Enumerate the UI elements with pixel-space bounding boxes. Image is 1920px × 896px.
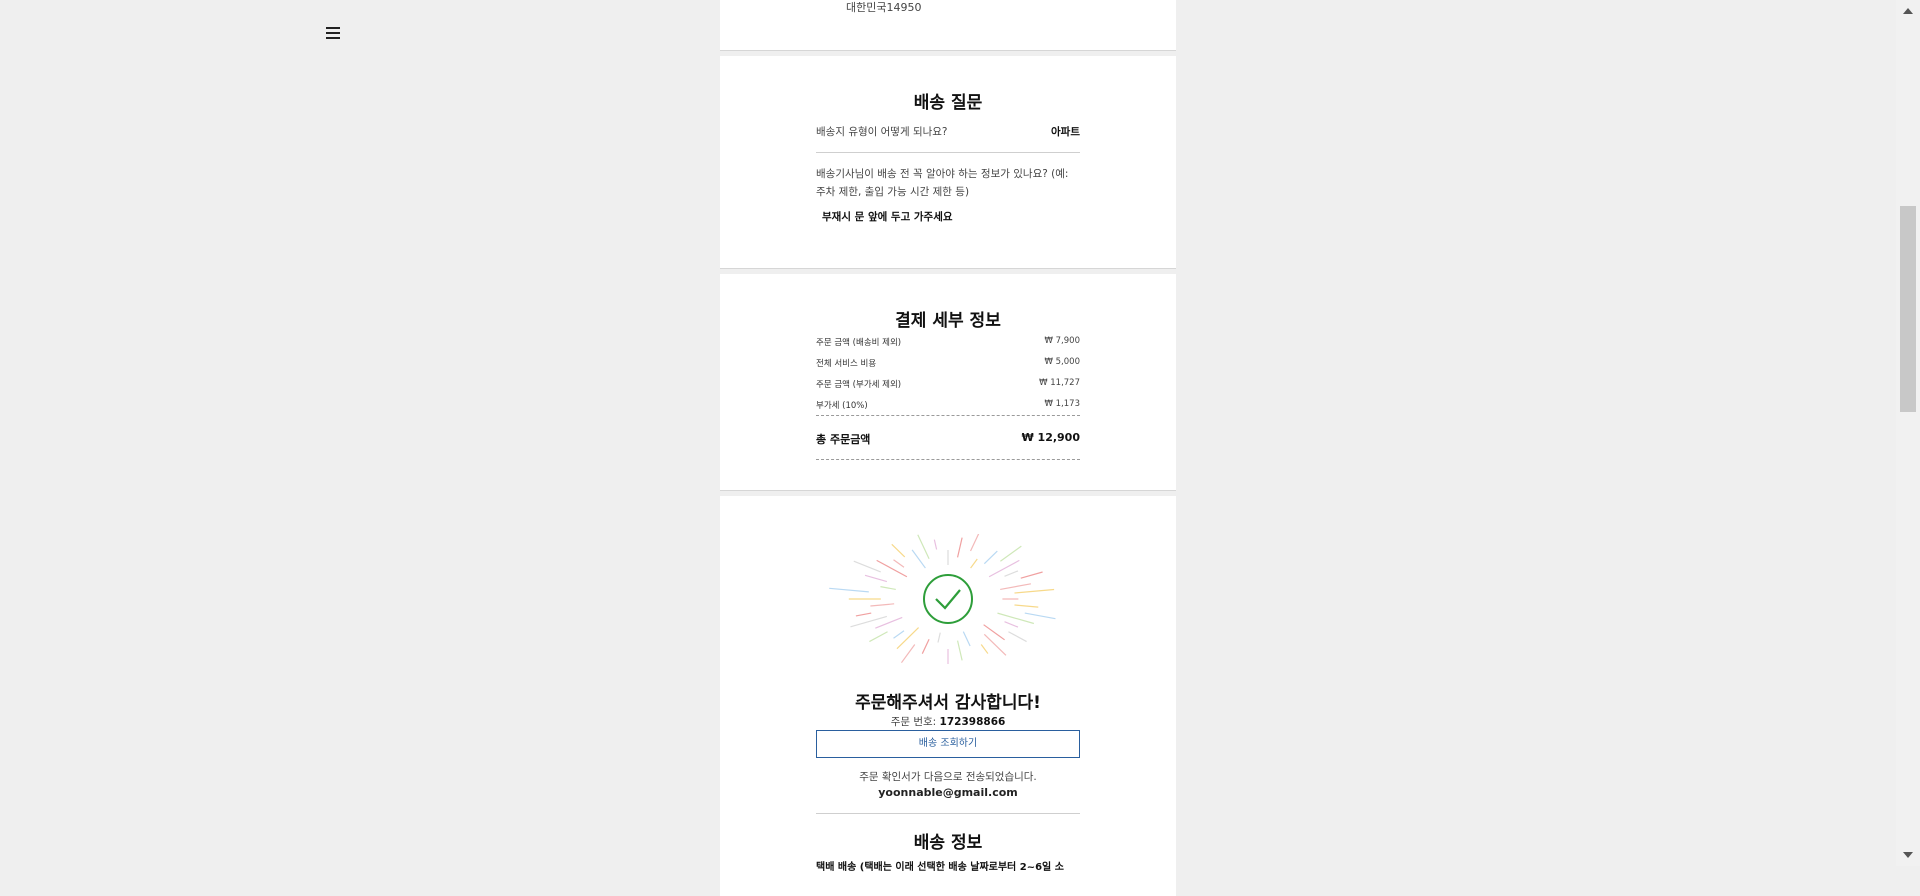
confetti-ray [891, 543, 906, 558]
delivery-type-answer: 아파트 [1051, 126, 1080, 138]
confetti-ray [988, 559, 1020, 578]
confetti-ray [1020, 571, 1043, 579]
confetti-ray [921, 639, 930, 654]
payment-row-label: 전체 서비스 비용 [816, 359, 877, 369]
confetti-ray [1014, 588, 1055, 594]
delivery-notes-question: 배송기사님이 배송 전 꼭 알아야 하는 정보가 있나요? (예: 주차 제한,… [816, 168, 1069, 198]
confetti-ray [1008, 631, 1027, 643]
delivery-questions-title: 배송 질문 [913, 93, 983, 113]
confetti-ray [937, 632, 941, 643]
confetti-ray [933, 539, 938, 550]
confetti-ray [997, 612, 1035, 625]
payment-row-label: 주문 금액 (배송비 제외) [816, 338, 902, 348]
delivery-type-question: 배송지 유형이 어떻게 되나요? [816, 126, 948, 138]
order-number: 172398866 [939, 716, 1006, 728]
page-scrollbar[interactable] [1896, 0, 1920, 866]
address-line: 대한민국14950 [846, 1, 922, 14]
confetti-ray [870, 603, 895, 607]
confetti-ray [893, 630, 905, 639]
confetti-ray [1014, 604, 1039, 608]
payment-row: 주문 금액 (배송비 제외) ₩ 7,900 [816, 336, 1080, 348]
confetti-ray [855, 612, 872, 617]
payment-row: 부가세 (10%) ₩ 1,173 [816, 399, 1080, 411]
scroll-down-arrow-icon[interactable] [1903, 852, 1913, 858]
delivery-questions-card: 배송 질문 배송지 유형이 어떻게 되나요? 아파트 배송기사님이 배송 전 꼭… [720, 56, 1176, 269]
confetti-ray [969, 534, 980, 552]
payment-row-label: 주문 금액 (부가세 제외) [816, 380, 902, 390]
confetti-ray [1004, 621, 1019, 628]
confetti-ray [970, 558, 978, 569]
order-number-label: 주문 번호: [890, 716, 940, 728]
scrollbar-thumb[interactable] [1900, 206, 1916, 412]
shipping-info-title: 배송 정보 [913, 833, 983, 853]
payment-details-card: 결제 세부 정보 주문 금액 (배송비 제외) ₩ 7,900 전체 서비스 비… [720, 274, 1176, 491]
delivery-type-row: 배송지 유형이 어떻게 되나요? 아파트 [816, 124, 1080, 139]
confetti-ray [962, 631, 971, 647]
confetti-ray [876, 559, 908, 578]
checkmark-circle-icon [923, 574, 973, 624]
confirmation-email: yoonnable@gmail.com [878, 786, 1018, 799]
delivery-notes-answer: 부재시 문 앞에 두고 가주세요 [822, 211, 953, 223]
payment-row: 전체 서비스 비용 ₩ 5,000 [816, 357, 1080, 369]
total-row: 총 주문금액 ₩ 12,900 [816, 431, 1080, 447]
payment-row-label: 부가세 (10%) [816, 401, 868, 411]
scroll-up-arrow-icon[interactable] [1903, 8, 1913, 14]
hamburger-menu-icon[interactable] [326, 27, 340, 39]
address-card: 대한민국14950 [720, 0, 1176, 51]
dashed-divider [816, 459, 1080, 460]
order-number-line: 주문 번호: 172398866 [720, 714, 1176, 729]
track-delivery-button[interactable]: 배송 조회하기 [816, 730, 1080, 758]
confetti-ray [880, 586, 896, 591]
confetti-ray [900, 644, 916, 664]
confetti-ray [1000, 583, 1032, 591]
total-label: 총 주문금액 [816, 433, 871, 446]
confetti-ray [829, 587, 869, 593]
order-summary-column: 대한민국14950 배송 질문 배송지 유형이 어떻게 되나요? 아파트 배송기… [720, 0, 1176, 896]
confetti-ray [864, 574, 888, 583]
confetti-ray [983, 624, 1005, 641]
confetti-ray [980, 644, 989, 654]
confetti-ray [853, 560, 881, 573]
confetti-ray [1000, 545, 1022, 562]
confetti-ray [896, 627, 920, 650]
payment-row: 주문 금액 (부가세 제외) ₩ 11,727 [816, 378, 1080, 390]
order-confirmation-card: 주문해주셔서 감사합니다! 주문 번호: 172398866 배송 조회하기 주… [720, 496, 1176, 896]
confetti-ray [869, 631, 888, 643]
confetti-ray [956, 537, 963, 558]
confetti-ray [956, 640, 963, 661]
payment-row-amount: ₩ 7,900 [1044, 336, 1080, 346]
confetti-rays [829, 534, 1056, 664]
payment-details-title: 결제 세부 정보 [895, 311, 1001, 331]
checkmark-icon [935, 589, 961, 610]
confirmation-sent-text: 주문 확인서가 다음으로 전송되었습니다. [859, 771, 1037, 783]
confetti-ray [911, 549, 926, 569]
divider [816, 813, 1080, 814]
confetti-ray [983, 550, 998, 565]
dashed-divider [816, 415, 1080, 416]
confetti-ray [1004, 570, 1019, 577]
confetti-burst [829, 534, 1056, 664]
confetti-ray [893, 559, 905, 568]
total-amount: ₩ 12,900 [1021, 431, 1080, 444]
payment-row-amount: ₩ 11,727 [1039, 378, 1080, 388]
divider [816, 152, 1080, 153]
confetti-ray [917, 534, 930, 559]
thank-you-heading: 주문해주셔서 감사합니다! [855, 693, 1041, 713]
payment-row-amount: ₩ 1,173 [1044, 399, 1080, 409]
confetti-ray [1024, 612, 1056, 620]
payment-row-amount: ₩ 5,000 [1044, 357, 1080, 367]
